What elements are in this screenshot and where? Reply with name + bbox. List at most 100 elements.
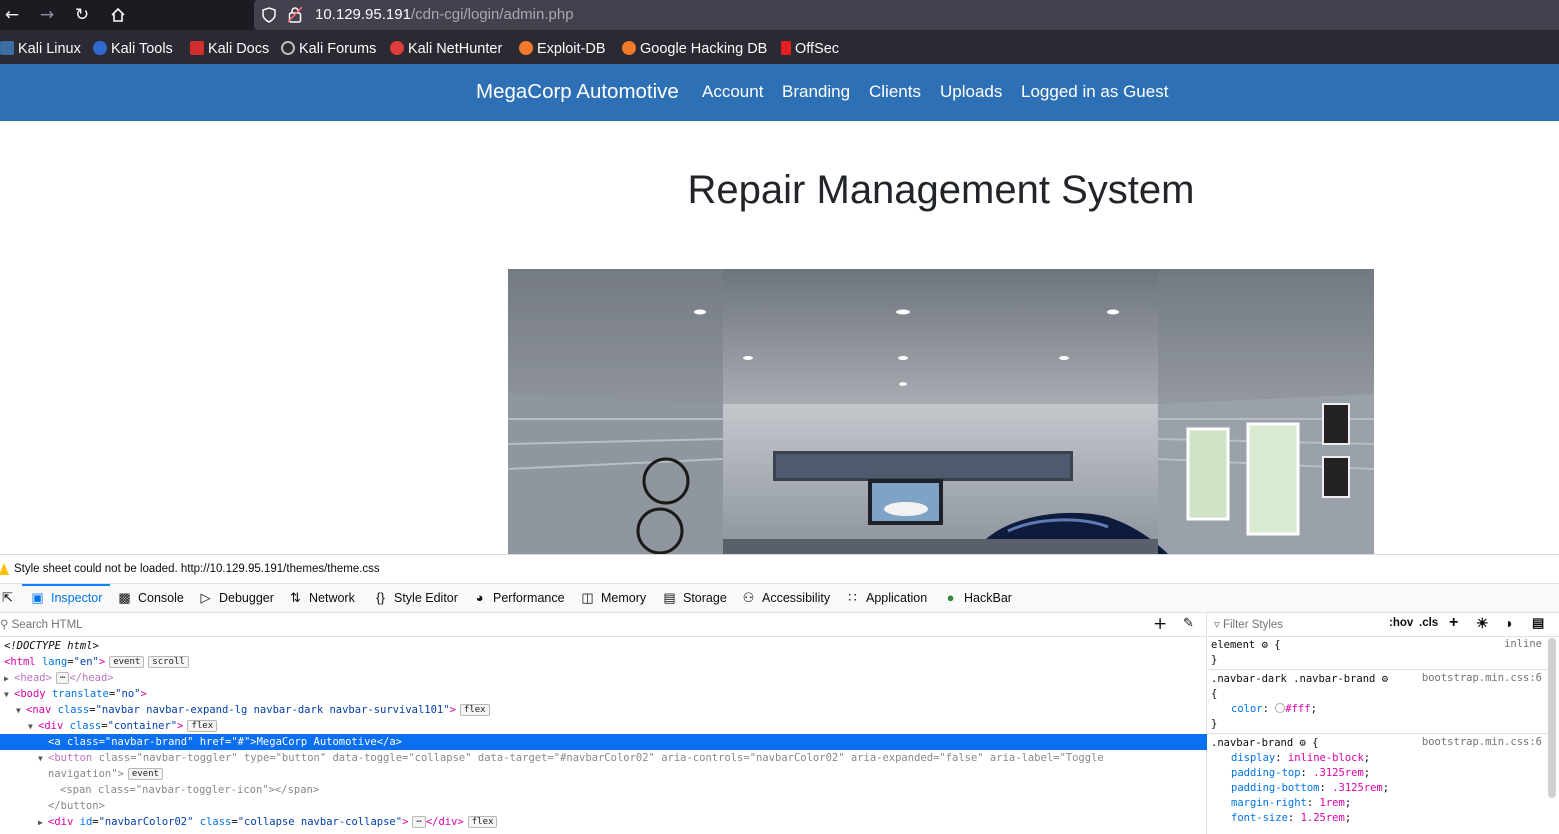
html-node[interactable]: <html lang="en"> event scroll bbox=[0, 654, 1207, 670]
bookmark-exploit-db[interactable]: Exploit-DB bbox=[519, 40, 606, 58]
home-icon[interactable] bbox=[106, 3, 130, 27]
navbar-dark-brand-selector[interactable]: .navbar-dark .navbar-brand ⚙ bbox=[1211, 672, 1388, 687]
span-node[interactable]: <span class="navbar-toggler-icon"></span… bbox=[0, 782, 1207, 798]
tag-name: <button bbox=[48, 752, 93, 764]
element-rule-selector[interactable]: element ⚙ { bbox=[1211, 638, 1281, 653]
head-node[interactable]: ▶ <head> ⋯ </head> bbox=[0, 670, 1207, 686]
tab-performance[interactable]: ◕ Performance bbox=[472, 584, 565, 612]
forward-arrow-icon[interactable]: → bbox=[35, 3, 59, 27]
attr-list: class="navbar-toggler" type="button" dat… bbox=[92, 752, 1104, 764]
tab-style-editor[interactable]: {} Style Editor bbox=[373, 584, 458, 612]
light-theme-icon[interactable]: ☀ bbox=[1476, 615, 1489, 632]
button-node-cont[interactable]: navigation"> event bbox=[0, 766, 1207, 782]
css-declaration[interactable]: font-size: 1.25rem; bbox=[1231, 811, 1351, 826]
collapse-arrow-icon[interactable]: ▼ bbox=[28, 719, 38, 735]
collapse-arrow-icon[interactable]: ▼ bbox=[38, 751, 48, 767]
rules-toolbar: ▿ Filter Styles :hov .cls + ☀ ◑ ▤ bbox=[1208, 613, 1559, 637]
event-badge[interactable]: event bbox=[109, 656, 145, 668]
element-picker-icon[interactable]: ⇱ bbox=[0, 584, 18, 612]
event-badge[interactable]: event bbox=[127, 768, 163, 780]
expand-arrow-icon[interactable]: ▶ bbox=[38, 815, 48, 831]
hover-toggle-button[interactable]: :hov bbox=[1389, 617, 1413, 629]
button-close-node[interactable]: </button> bbox=[0, 798, 1207, 814]
browser-toolbar: ← → ↻ 10.129.95.191/cdn-cgi/login/admin.… bbox=[0, 0, 1559, 30]
add-rule-icon[interactable]: + bbox=[1449, 614, 1458, 632]
network-icon: ⇅ bbox=[290, 590, 301, 605]
rule-source-link[interactable]: bootstrap.min.css:6 bbox=[1422, 736, 1542, 748]
search-html-input[interactable]: ⚲ Search HTML bbox=[0, 617, 83, 631]
bookmark-label: OffSec bbox=[795, 41, 840, 57]
body-node[interactable]: ▼ <body translate="no"> bbox=[0, 686, 1207, 702]
bookmark-kali-docs[interactable]: Kali Docs bbox=[190, 40, 269, 58]
flex-badge[interactable]: flex bbox=[187, 720, 218, 732]
tab-debugger[interactable]: ▷ Debugger bbox=[198, 584, 274, 612]
reload-icon[interactable]: ↻ bbox=[70, 3, 94, 27]
css-declaration[interactable]: color: #fff; bbox=[1231, 702, 1317, 717]
tab-hackbar[interactable]: ● HackBar bbox=[943, 584, 1012, 612]
tab-inspector[interactable]: ▣ Inspector bbox=[21, 584, 111, 612]
eyedropper-icon[interactable]: ✎ bbox=[1183, 616, 1194, 631]
bookmark-kali-linux[interactable]: Kali Linux bbox=[0, 40, 81, 58]
collapse-arrow-icon[interactable]: ▼ bbox=[16, 703, 26, 719]
ellipsis-badge[interactable]: ⋯ bbox=[412, 816, 426, 828]
selected-node-navbar-brand[interactable]: <a class="navbar-brand" href="#">MegaCor… bbox=[0, 734, 1207, 750]
css-declaration[interactable]: margin-right: 1rem; bbox=[1231, 796, 1351, 811]
gear-icon[interactable]: ⚙ bbox=[1300, 737, 1306, 749]
filter-styles-input[interactable]: ▿ Filter Styles bbox=[1214, 617, 1283, 631]
button-node[interactable]: ▼ <button class="navbar-toggler" type="bu… bbox=[0, 750, 1207, 766]
storage-icon: ▤ bbox=[663, 590, 676, 605]
filter-placeholder: Filter Styles bbox=[1222, 619, 1284, 631]
accessibility-icon: ⚇ bbox=[742, 590, 755, 605]
navbar-brand-selector[interactable]: .navbar-brand ⚙ { bbox=[1211, 736, 1319, 751]
scroll-badge[interactable]: scroll bbox=[148, 656, 189, 668]
nav-link-uploads[interactable]: Uploads bbox=[940, 82, 1002, 102]
flex-badge[interactable]: flex bbox=[459, 704, 490, 716]
css-declaration[interactable]: padding-bottom: .3125rem; bbox=[1231, 781, 1389, 796]
add-node-icon[interactable]: + bbox=[1153, 614, 1167, 634]
navbar-collapse-node[interactable]: ▶ <div id="navbarColor02" class="collapse… bbox=[0, 814, 1207, 830]
gear-icon[interactable]: ⚙ bbox=[1262, 639, 1268, 651]
nav-link-logged-in[interactable]: Logged in as Guest bbox=[1021, 82, 1168, 102]
css-property: display bbox=[1231, 752, 1276, 764]
nethunter-icon bbox=[390, 41, 404, 55]
collapse-arrow-icon[interactable]: ▼ bbox=[4, 687, 14, 703]
css-value: 1rem bbox=[1319, 797, 1345, 809]
nav-link-clients[interactable]: Clients bbox=[869, 82, 921, 102]
back-arrow-icon[interactable]: ← bbox=[0, 3, 24, 27]
tab-accessibility[interactable]: ⚇ Accessibility bbox=[741, 584, 830, 612]
bookmark-google-hacking-db[interactable]: Google Hacking DB bbox=[622, 40, 767, 58]
bookmark-label: Kali Tools bbox=[111, 41, 173, 57]
tab-console[interactable]: ▩ Console bbox=[117, 584, 184, 612]
tab-network[interactable]: ⇅ Network bbox=[288, 584, 355, 612]
css-declaration[interactable]: display: inline-block; bbox=[1231, 751, 1370, 766]
insecure-lock-icon[interactable] bbox=[288, 6, 302, 23]
tab-application[interactable]: ∷ Application bbox=[845, 584, 927, 612]
color-swatch-icon[interactable] bbox=[1275, 703, 1286, 713]
nav-node[interactable]: ▼ <nav class="navbar navbar-expand-lg nav… bbox=[0, 702, 1207, 718]
url-text[interactable]: 10.129.95.191/cdn-cgi/login/admin.php bbox=[315, 6, 574, 23]
bookmark-kali-nethunter[interactable]: Kali NetHunter bbox=[390, 40, 502, 58]
nav-link-branding[interactable]: Branding bbox=[782, 82, 850, 102]
tab-storage[interactable]: ▤ Storage bbox=[662, 584, 726, 612]
rule-source-link[interactable]: bootstrap.min.css:6 bbox=[1422, 672, 1542, 684]
rule-open-brace: { bbox=[1211, 688, 1218, 700]
container-node[interactable]: ▼ <div class="container"> flex bbox=[0, 718, 1207, 734]
rules-scrollbar[interactable] bbox=[1548, 638, 1556, 798]
css-declaration[interactable]: padding-top: .3125rem; bbox=[1231, 766, 1370, 781]
class-toggle-button[interactable]: .cls bbox=[1419, 617, 1438, 629]
bookmark-kali-tools[interactable]: Kali Tools bbox=[93, 40, 173, 58]
dark-theme-icon[interactable]: ◑ bbox=[1504, 615, 1512, 631]
print-media-icon[interactable]: ▤ bbox=[1532, 615, 1544, 631]
ellipsis-badge[interactable]: ⋯ bbox=[55, 672, 70, 684]
tab-memory[interactable]: ◫ Memory bbox=[580, 584, 646, 612]
doctype-node[interactable]: <!DOCTYPE html> bbox=[0, 638, 1207, 654]
shield-icon[interactable] bbox=[262, 7, 276, 23]
gear-icon[interactable]: ⚙ bbox=[1382, 673, 1388, 685]
nav-link-account[interactable]: Account bbox=[702, 82, 763, 102]
bookmark-kali-forums[interactable]: Kali Forums bbox=[281, 40, 376, 58]
flex-badge[interactable]: flex bbox=[467, 816, 498, 828]
navbar-brand[interactable]: MegaCorp Automotive bbox=[476, 80, 679, 104]
address-bar[interactable]: 10.129.95.191/cdn-cgi/login/admin.php bbox=[254, 0, 1559, 30]
bookmark-offsec[interactable]: OffSec bbox=[781, 40, 839, 58]
expand-arrow-icon[interactable]: ▶ bbox=[4, 671, 14, 687]
